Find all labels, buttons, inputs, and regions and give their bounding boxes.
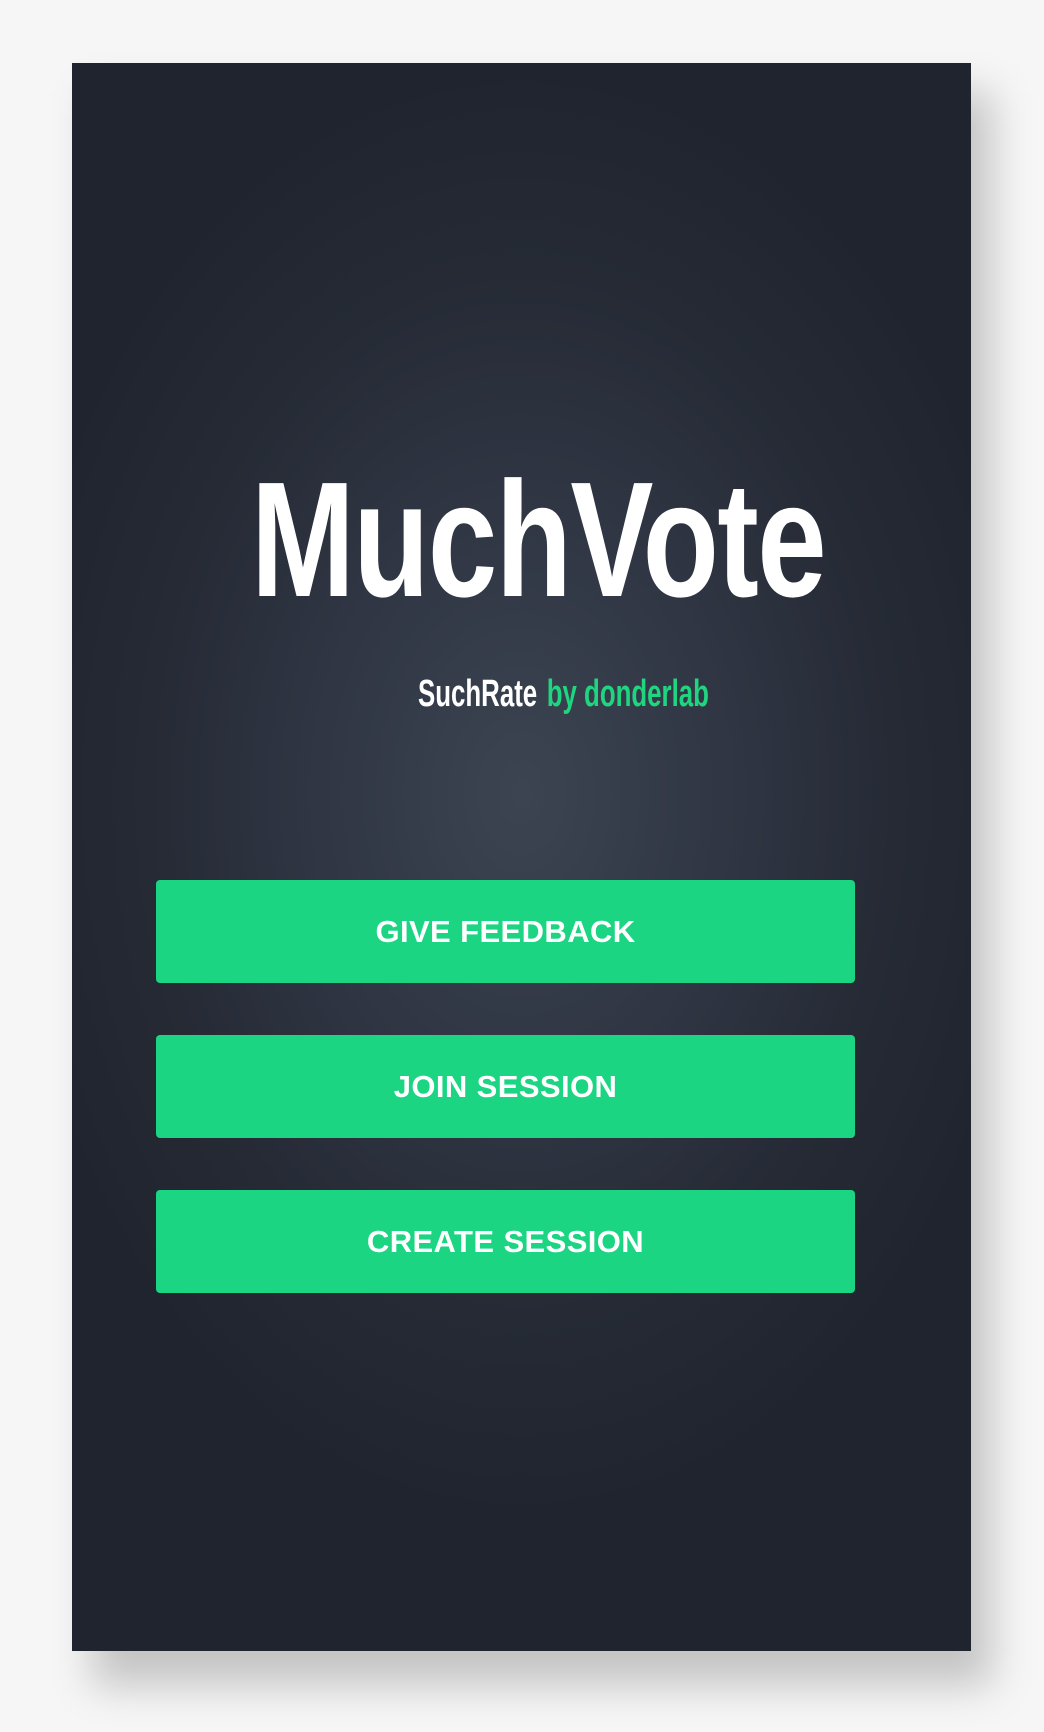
join-session-button[interactable]: JOIN SESSION	[156, 1035, 855, 1138]
app-subtitle: SuchRate by donderlab	[418, 675, 709, 713]
app-logo: MuchVote SuchRate by donderlab	[72, 458, 971, 718]
give-feedback-button[interactable]: GIVE FEEDBACK	[156, 880, 855, 983]
subtitle-byline: by donderlab	[546, 673, 709, 715]
main-actions: GIVE FEEDBACK JOIN SESSION CREATE SESSIO…	[156, 880, 855, 1345]
app-screen: MuchVote SuchRate by donderlab GIVE FEEDB…	[72, 63, 971, 1651]
create-session-button[interactable]: CREATE SESSION	[156, 1190, 855, 1293]
app-title: MuchVote	[251, 448, 827, 631]
subtitle-brand: SuchRate	[418, 673, 538, 715]
